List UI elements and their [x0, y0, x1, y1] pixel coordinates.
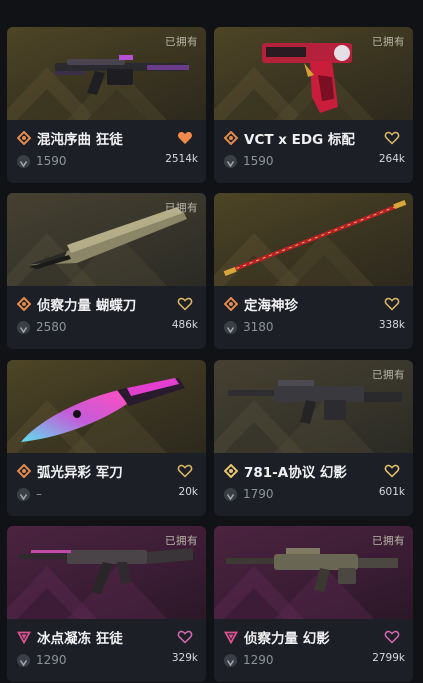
skin-image — [7, 360, 206, 453]
knife-skin-image — [21, 378, 185, 442]
tier-icon — [17, 464, 31, 478]
like-count: 601k — [378, 486, 405, 498]
skin-card[interactable]: 弧光异彩 军刀 – 20k — [7, 360, 206, 516]
heart-outline-icon[interactable] — [384, 464, 400, 478]
owned-badge: 已拥有 — [165, 202, 198, 214]
skin-name: 781-A协议 幻影 — [244, 465, 347, 481]
vp-currency-icon — [224, 654, 237, 667]
tier-icon — [17, 131, 31, 145]
vp-currency-icon — [17, 654, 30, 667]
skin-price: 2580 — [36, 320, 67, 334]
skin-name: VCT x EDG 标配 — [244, 132, 355, 148]
skin-card[interactable]: 定海神珍 3180 338k — [214, 193, 413, 349]
like-count: 20k — [178, 486, 198, 498]
tier-icon — [17, 631, 31, 644]
skin-name: 侦察力量 幻影 — [244, 631, 330, 647]
skin-image: 已拥有 — [214, 27, 413, 120]
skin-card[interactable]: 已拥有 VCT x EDG 标配 1590 264k — [214, 27, 413, 183]
heart-outline-icon[interactable] — [384, 297, 400, 311]
skin-name: 侦察力量 蝴蝶刀 — [37, 298, 137, 314]
skin-card[interactable]: 已拥有 781-A协议 幻影 1790 601k — [214, 360, 413, 516]
vp-currency-icon — [224, 488, 237, 501]
skin-image: 已拥有 — [7, 526, 206, 619]
staff-skin-image — [223, 200, 407, 276]
heart-outline-icon[interactable] — [177, 297, 193, 311]
vp-currency-icon — [17, 155, 30, 168]
skin-price: – — [36, 487, 42, 501]
skin-card[interactable]: 已拥有 冰点凝冻 狂徒 1290 329k — [7, 526, 206, 682]
tier-icon — [224, 131, 238, 145]
skin-price: 3180 — [243, 320, 274, 334]
tier-icon — [224, 297, 238, 311]
owned-badge: 已拥有 — [372, 36, 405, 48]
heart-outline-icon[interactable] — [177, 630, 193, 644]
heart-outline-icon[interactable] — [384, 630, 400, 644]
tier-icon — [224, 631, 238, 644]
skin-name: 混沌序曲 狂徒 — [37, 132, 123, 148]
skin-card[interactable]: 已拥有 侦察力量 幻影 1290 2799k — [214, 526, 413, 682]
skin-card[interactable]: 已拥有 侦察力量 蝴蝶刀 2580 486k — [7, 193, 206, 349]
skin-price: 1590 — [36, 154, 67, 168]
skin-name: 冰点凝冻 狂徒 — [37, 631, 123, 647]
like-count: 2799k — [372, 652, 405, 664]
vp-currency-icon — [224, 155, 237, 168]
skin-image — [214, 193, 413, 286]
skin-price: 1290 — [36, 653, 67, 667]
owned-badge: 已拥有 — [372, 535, 405, 547]
tier-icon — [224, 464, 238, 478]
skin-grid: 已拥有 混沌序曲 狂徒 1590 2514k 已拥有 VCT x EDG 标配 … — [0, 0, 423, 683]
skin-image: 已拥有 — [7, 27, 206, 120]
skin-image: 已拥有 — [214, 526, 413, 619]
skin-price: 1790 — [243, 487, 274, 501]
skin-price: 1290 — [243, 653, 274, 667]
owned-badge: 已拥有 — [165, 535, 198, 547]
skin-image: 已拥有 — [7, 193, 206, 286]
owned-badge: 已拥有 — [372, 369, 405, 381]
heart-outline-icon[interactable] — [384, 131, 400, 145]
heart-filled-icon[interactable] — [177, 131, 193, 145]
vp-currency-icon — [17, 488, 30, 501]
skin-name: 弧光异彩 军刀 — [37, 465, 123, 481]
skin-price: 1590 — [243, 154, 274, 168]
skin-card[interactable]: 已拥有 混沌序曲 狂徒 1590 2514k — [7, 27, 206, 183]
like-count: 338k — [378, 319, 405, 331]
like-count: 2514k — [165, 153, 198, 165]
vp-currency-icon — [17, 321, 30, 334]
owned-badge: 已拥有 — [165, 36, 198, 48]
like-count: 486k — [171, 319, 198, 331]
tier-icon — [17, 297, 31, 311]
heart-outline-icon[interactable] — [177, 464, 193, 478]
skin-image: 已拥有 — [214, 360, 413, 453]
skin-name: 定海神珍 — [244, 298, 298, 314]
like-count: 329k — [171, 652, 198, 664]
like-count: 264k — [378, 153, 405, 165]
vp-currency-icon — [224, 321, 237, 334]
